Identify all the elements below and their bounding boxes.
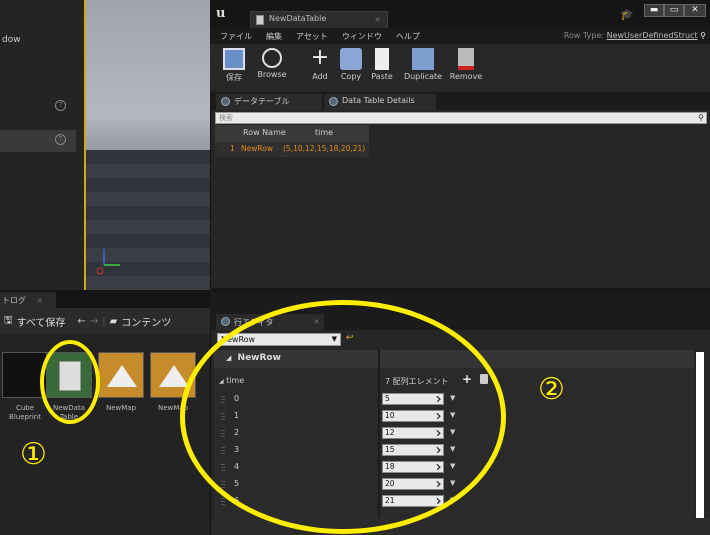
duplicate-button[interactable]: Duplicate	[400, 48, 446, 81]
save-button[interactable]: 保存	[214, 48, 254, 83]
panel-tabbar: データテーブル Data Table Details	[210, 92, 710, 110]
tab-data-table-details[interactable]: Data Table Details	[324, 94, 436, 110]
copy-label: Copy	[340, 72, 362, 81]
table-header: Row Name time	[215, 125, 369, 142]
drag-handle[interactable]: ⋮	[219, 144, 227, 153]
row-type-info: Row Type: NewUserDefinedStruct ⚲	[520, 28, 708, 44]
magnifier-icon	[221, 97, 230, 106]
paste-icon	[375, 48, 389, 70]
editor-toolbar: 保存 Browse + Add Copy Paste Duplicate Rem…	[210, 44, 710, 90]
row-name-cell: NewRow	[241, 144, 273, 153]
highlight-circle-1	[40, 340, 100, 424]
search-icon[interactable]: ⚲	[698, 113, 704, 123]
search-input[interactable]: 検索 ⚲	[215, 112, 707, 124]
search-icon[interactable]: ⚲	[700, 31, 706, 40]
content-browser-tab[interactable]: トログ ×	[0, 292, 56, 308]
magnifier-icon	[329, 97, 338, 106]
maximize-button[interactable]: ▭	[664, 4, 684, 17]
browse-label: Browse	[257, 70, 287, 79]
close-icon[interactable]: ×	[37, 296, 44, 305]
copy-icon	[340, 48, 362, 70]
content-path-button[interactable]: コンテンツ	[121, 314, 171, 329]
menu-window[interactable]: ウィンドウ	[342, 31, 382, 42]
table-row[interactable]: ⋮ 1 NewRow (5,10,12,15,18,20,21)	[215, 142, 369, 157]
save-icon	[223, 48, 245, 70]
row-type-label: Row Type:	[563, 31, 605, 40]
content-browser-toolbar: 🖫 すべて保存 ← → | ▰ コンテンツ	[0, 308, 210, 334]
save-icon[interactable]: 🖫	[4, 313, 13, 330]
tab-label: Data Table Details	[342, 96, 415, 105]
panel-text: dow	[2, 35, 21, 45]
menu-file[interactable]: ファイル	[220, 31, 252, 42]
forward-arrow-icon[interactable]: →	[90, 316, 98, 327]
help-icon[interactable]: ?	[55, 134, 66, 145]
newmap-thumbnail[interactable]	[98, 352, 144, 398]
paste-label: Paste	[371, 72, 393, 81]
unreal-logo-icon: u	[216, 6, 226, 21]
tab-label: データテーブル	[234, 97, 290, 106]
paste-button[interactable]: Paste	[362, 48, 402, 81]
duplicate-icon	[412, 48, 434, 70]
scrollbar[interactable]	[696, 352, 704, 518]
search-placeholder: 検索	[219, 114, 233, 122]
highlight-circle-2	[180, 300, 506, 534]
save-all-button[interactable]: すべて保存	[17, 314, 66, 329]
close-window-button[interactable]: ✕	[684, 4, 706, 17]
tab-data-table[interactable]: データテーブル	[216, 94, 322, 110]
column-header-time[interactable]: time	[315, 128, 333, 137]
magnifier-icon	[221, 317, 230, 326]
separator: |	[102, 315, 106, 327]
annotation-label-1: ①	[20, 437, 47, 472]
asset-grid: Cube Blueprint NewData Table NewMap NewM…	[0, 334, 210, 535]
remove-label: Remove	[449, 72, 483, 81]
remove-button[interactable]: Remove	[446, 48, 486, 81]
row-type-link[interactable]: NewUserDefinedStruct	[607, 31, 698, 40]
asset-label: Cube Blueprint	[9, 404, 41, 421]
learn-icon[interactable]: 🎓	[620, 8, 634, 21]
column-header-rowname[interactable]: Row Name	[243, 128, 286, 137]
document-tab[interactable]: NewDataTable ×	[250, 11, 388, 28]
menu-help[interactable]: ヘルプ	[396, 31, 420, 42]
panel-row-selected[interactable]: ?	[0, 130, 76, 152]
close-icon[interactable]: ×	[374, 15, 381, 24]
axis-gizmo-icon	[96, 249, 120, 275]
duplicate-label: Duplicate	[403, 72, 443, 81]
details-panel: dow ? ?	[0, 0, 84, 290]
folder-icon: ▰	[109, 315, 118, 327]
save-label: 保存	[226, 73, 242, 82]
browse-button[interactable]: Browse	[252, 48, 292, 79]
data-table-icon	[256, 15, 264, 25]
content-browser-tab-label: トログ	[2, 296, 26, 305]
back-arrow-icon[interactable]: ←	[77, 316, 85, 327]
asset-label: NewMap	[105, 404, 137, 412]
map-icon	[107, 365, 137, 387]
trash-icon	[458, 48, 474, 70]
annotation-label-2: ②	[538, 372, 565, 407]
row-index: 1	[230, 144, 235, 153]
menu-edit[interactable]: 編集	[266, 31, 282, 42]
drag-handle[interactable]	[221, 497, 225, 505]
row-time-cell: (5,10,12,15,18,20,21)	[283, 144, 366, 153]
document-tab-label: NewDataTable	[269, 14, 327, 23]
menu-asset[interactable]: アセット	[296, 31, 328, 42]
add-label: Add	[312, 72, 328, 81]
plus-icon: +	[310, 45, 330, 70]
help-icon[interactable]: ?	[55, 100, 66, 111]
panel-row[interactable]: ?	[0, 96, 76, 118]
minimize-button[interactable]: ▬	[644, 4, 664, 17]
level-viewport[interactable]	[84, 0, 210, 290]
magnifier-icon	[262, 48, 282, 68]
